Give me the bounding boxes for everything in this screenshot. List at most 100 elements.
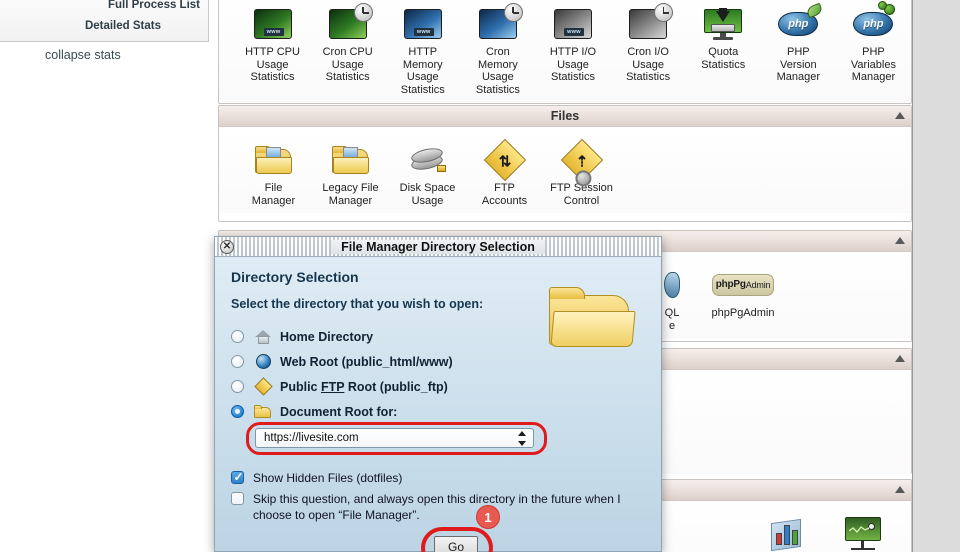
stats-box: Full Process List Detailed Stats xyxy=(0,0,209,42)
files-panel-header[interactable]: Files xyxy=(219,106,911,127)
icon-legacy-file-manager[interactable]: Legacy File Manager xyxy=(312,141,389,207)
sidebar-link-full-process-list[interactable]: Full Process List xyxy=(108,0,200,11)
icon-cron-memory-usage-statistics[interactable]: Cron Memory Usage Statistics xyxy=(460,3,535,96)
awstats-bars-icon xyxy=(747,515,824,552)
icon-label: Statistics xyxy=(626,71,671,83)
radio-document-root[interactable] xyxy=(231,405,244,418)
icon-http-cpu-usage-statistics[interactable]: www HTTP CPU Usage Statistics xyxy=(235,5,310,96)
dialog-body: Directory Selection Select the directory… xyxy=(215,257,661,552)
icon-label: Usage xyxy=(331,58,364,71)
icon-label: Statistics xyxy=(475,83,520,96)
icon-http-io-usage-statistics[interactable]: www HTTP I/O Usage Statistics xyxy=(535,5,610,96)
stepper-arrows-icon[interactable] xyxy=(517,431,527,446)
icon-label: Statistics xyxy=(400,83,445,96)
icon-label: Usage xyxy=(411,194,444,207)
phppgadmin-icon: phpPg Admin xyxy=(695,266,791,304)
option-public-ftp-root[interactable]: Public FTP Root (public_ftp) xyxy=(231,374,661,399)
ftp-session-gear-icon: ⇡ xyxy=(543,138,620,187)
radio-public-ftp-root[interactable] xyxy=(231,380,244,393)
browser-right-gutter xyxy=(912,0,960,552)
chevron-up-icon[interactable] xyxy=(895,355,905,362)
screen: Full Process List Detailed Stats collaps… xyxy=(0,0,960,552)
icon-label: Memory xyxy=(402,58,443,71)
file-manager-directory-selection-dialog: ✕ File Manager Directory Selection Direc… xyxy=(214,236,662,552)
option-label: Public FTP Root (public_ftp) xyxy=(280,380,448,394)
files-icon-row: File Manager Legacy File Manager Disk Sp… xyxy=(219,138,911,207)
monitor-blue-clock-icon xyxy=(460,3,535,43)
stats-panel: www HTTP CPU Usage Statistics Cron CPU U… xyxy=(218,0,912,104)
option-web-root[interactable]: Web Root (public_html/www) xyxy=(231,349,661,374)
radio-home-directory[interactable] xyxy=(231,330,244,343)
step-badge-1: 1 xyxy=(476,505,500,529)
document-root-select-value: https://livesite.com xyxy=(264,432,359,444)
icon-label: Usage xyxy=(481,71,514,83)
ftp-diamond-arrows-icon: ⇅ xyxy=(466,138,543,182)
sidebar-link-detailed-stats[interactable]: Detailed Stats xyxy=(85,20,161,32)
icon-label: Manager xyxy=(251,194,296,207)
icon-label: Manager xyxy=(776,71,821,83)
icon-label: Cron I/O xyxy=(627,46,669,58)
icon-label: HTTP I/O xyxy=(549,46,597,58)
phppgadmin-badge-sub: Admin xyxy=(745,279,771,290)
icon-label: Manager xyxy=(328,194,373,207)
phppgadmin-badge-text: phpPg xyxy=(715,278,746,290)
icon-label: Memory xyxy=(478,58,518,71)
icon-http-memory-usage-statistics[interactable]: www HTTP Memory Usage Statistics xyxy=(385,5,460,96)
icon-label: Quota xyxy=(708,46,739,58)
icon-label: Statistics xyxy=(701,58,746,71)
chevron-up-icon[interactable] xyxy=(895,112,905,119)
icon-label: Manager xyxy=(851,71,896,83)
icon-label: phpPgAdmin xyxy=(711,307,775,319)
quota-printer-icon xyxy=(686,5,761,43)
analog-board-icon xyxy=(824,515,901,552)
document-root-select[interactable]: https://livesite.com xyxy=(255,428,534,448)
icon-cron-io-usage-statistics[interactable]: Cron I/O Usage Statistics xyxy=(611,3,686,96)
close-icon[interactable]: ✕ xyxy=(220,240,234,254)
icon-file-manager[interactable]: File Manager xyxy=(235,141,312,207)
checkbox-skip-question-row[interactable]: Skip this question, and always open this… xyxy=(231,491,661,523)
icon-label: Cron xyxy=(485,46,510,58)
icon-label: Usage xyxy=(557,58,589,71)
house-icon xyxy=(253,328,273,346)
option-label-pre: Public xyxy=(280,379,321,394)
icon-label: Legacy File xyxy=(322,182,379,194)
checkbox-label: Skip this question, and always open this… xyxy=(253,492,621,522)
icon-label: Disk Space xyxy=(399,182,456,194)
collapse-stats-link[interactable]: collapse stats xyxy=(45,48,121,62)
checkbox-show-hidden-files[interactable] xyxy=(231,470,244,484)
icon-label: Statistics xyxy=(250,71,295,83)
dialog-title-bar[interactable]: ✕ File Manager Directory Selection xyxy=(215,237,661,257)
icon-label: Accounts xyxy=(481,194,528,207)
dialog-heading: Directory Selection xyxy=(231,269,359,285)
icon-php-version-manager[interactable]: php PHP Version Manager xyxy=(761,2,836,96)
icon-ftp-session-control[interactable]: ⇡ FTP Session Control xyxy=(543,138,620,207)
checkbox-show-hidden-files-row[interactable]: Show Hidden Files (dotfiles) xyxy=(231,470,661,486)
option-document-root[interactable]: Document Root for: xyxy=(231,399,661,424)
icon-phppgadmin[interactable]: phpPg Admin phpPgAdmin xyxy=(695,266,791,332)
icon-disk-space-usage[interactable]: Disk Space Usage xyxy=(389,141,466,207)
files-panel-title: Files xyxy=(550,109,580,123)
stats-panel-body: www HTTP CPU Usage Statistics Cron CPU U… xyxy=(219,0,911,102)
files-panel: Files File Manager Legacy File Manager D… xyxy=(218,105,912,222)
go-button-highlight-annotation xyxy=(421,527,493,552)
icon-analog[interactable]: Analog xyxy=(824,515,901,552)
chevron-up-icon[interactable] xyxy=(895,237,905,244)
icon-label: PHP xyxy=(862,46,885,58)
folder-picture-icon xyxy=(312,141,389,179)
option-label-underlined: FTP xyxy=(320,379,345,394)
php-leaf-icon: php xyxy=(761,2,836,43)
monitor-gray-clock-icon xyxy=(611,3,686,43)
option-label: Document Root for: xyxy=(280,404,398,419)
icon-label: Usage xyxy=(256,58,289,71)
monitor-green-clock-icon xyxy=(310,3,385,43)
icon-ftp-accounts[interactable]: ⇅ FTP Accounts xyxy=(466,138,543,207)
chevron-up-icon[interactable] xyxy=(895,486,905,493)
icon-label: Usage xyxy=(632,58,664,71)
icon-php-variables-manager[interactable]: php PHP Variables Manager xyxy=(836,5,911,96)
icon-cron-cpu-usage-statistics[interactable]: Cron CPU Usage Statistics xyxy=(310,3,385,96)
checkbox-skip-question[interactable] xyxy=(231,492,244,505)
radio-web-root[interactable] xyxy=(231,355,244,368)
document-root-select-wrap: https://livesite.com xyxy=(246,422,547,455)
icon-awstats[interactable]: AWStats xyxy=(747,515,824,552)
icon-quota-statistics[interactable]: Quota Statistics xyxy=(686,5,761,96)
